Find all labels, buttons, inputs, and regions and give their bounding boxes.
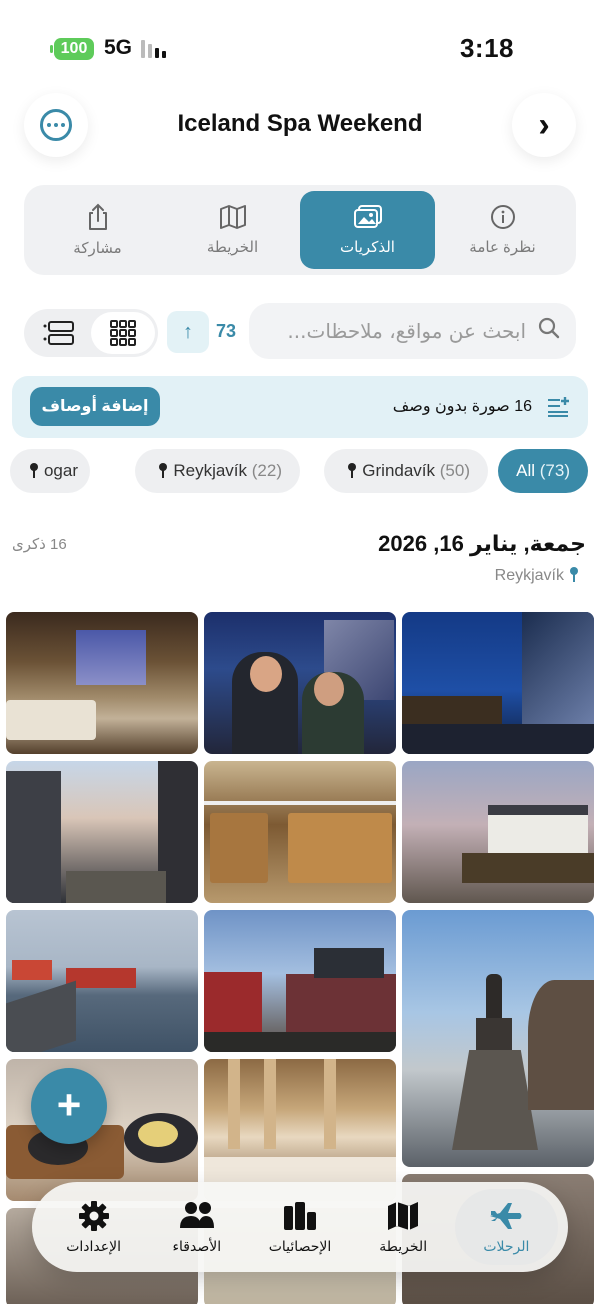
location-pin-icon (29, 463, 38, 478)
chip-label: Grindavík (362, 461, 436, 480)
nav-settings[interactable]: الإعدادات (42, 1189, 145, 1265)
nav-friends[interactable]: الأصدقاء (145, 1189, 248, 1265)
location-pin-icon (348, 463, 357, 478)
nav-stats[interactable]: الإحصائيات (248, 1189, 351, 1265)
nav-label: الإحصائيات (268, 1237, 332, 1254)
tab-memories[interactable]: الذكريات (300, 191, 435, 269)
search-icon (538, 317, 560, 345)
tab-label: الذكريات (340, 239, 395, 256)
tab-label: مشاركة (73, 240, 122, 257)
photo-thumbnail[interactable] (402, 910, 594, 1167)
missing-descriptions-banner: إضافة أوصاف 16 صورة بدون وصف (12, 376, 588, 438)
stats-icon (283, 1201, 316, 1230)
location-name: Reykjavík (494, 567, 564, 584)
filter-chip-reykjavik[interactable]: Reykjavík (22) (135, 449, 300, 493)
search-input[interactable] (286, 319, 526, 343)
photo-thumbnail[interactable] (204, 910, 396, 1052)
add-text-icon (548, 397, 569, 417)
filter-chip-grindavik[interactable]: Grindavík (50) (324, 449, 488, 493)
photo-thumbnail[interactable] (204, 761, 396, 903)
add-memory-button[interactable]: + (31, 1068, 107, 1144)
battery-indicator: 100 (50, 38, 94, 60)
gear-icon (78, 1200, 109, 1231)
network-label: 5G (104, 36, 133, 59)
nav-trips[interactable]: الرحلات (454, 1189, 558, 1265)
arrow-up-icon: ↑ (183, 321, 193, 343)
location-filter-chips: All (73) Grindavík (50) Reykjavík (22) o… (0, 449, 600, 493)
info-icon (490, 205, 515, 229)
chevron-right-icon: › (538, 105, 550, 144)
more-options-button[interactable] (24, 93, 88, 157)
search-bar (249, 303, 576, 359)
chip-label: Reykjavík (173, 461, 248, 480)
photo-thumbnail[interactable] (6, 1059, 198, 1201)
grid-view-icon (110, 320, 136, 346)
grid-view-button[interactable] (91, 312, 155, 354)
chip-label: All (516, 461, 536, 480)
ellipsis-icon (40, 109, 72, 141)
filter-chip-all[interactable]: All (73) (498, 449, 588, 493)
trip-section-tabs: نظرة عامة الذكريات الخريطة مشاركة (24, 185, 576, 275)
photo-thumbnail[interactable] (204, 1059, 396, 1201)
banner-text: 16 صورة بدون وصف (392, 398, 532, 415)
photo-thumbnail[interactable] (402, 612, 594, 754)
status-time: 3:18 (459, 33, 514, 63)
trip-memories-screen: 100 5G 3:18 Iceland Spa Weekend › نظرة ع… (0, 0, 600, 1304)
section-date: جمعة, يناير 16, 2026 (378, 531, 586, 556)
tab-overview[interactable]: نظرة عامة (435, 191, 570, 269)
sort-order-button[interactable]: ↑ (167, 311, 209, 353)
signal-icon (141, 40, 166, 58)
tab-label: نظرة عامة (469, 239, 536, 256)
nav-label: الخريطة (379, 1237, 428, 1254)
chip-label: ogar (43, 461, 78, 480)
tab-map[interactable]: الخريطة (165, 191, 300, 269)
photo-thumbnail[interactable] (204, 612, 396, 754)
plane-icon (490, 1202, 522, 1229)
trip-title: Iceland Spa Weekend (177, 110, 423, 137)
map-icon (388, 1201, 419, 1230)
list-view-icon (43, 321, 74, 345)
share-icon (88, 203, 107, 230)
nav-label: الرحلات (483, 1237, 530, 1254)
photo-thumbnail[interactable] (6, 612, 198, 754)
friends-icon (179, 1201, 214, 1228)
view-mode-toggle (24, 309, 158, 357)
nav-map[interactable]: الخريطة (352, 1189, 455, 1265)
tab-share[interactable]: مشاركة (30, 191, 165, 269)
chip-count: (50) (439, 461, 470, 480)
list-view-button[interactable] (27, 312, 91, 354)
nav-label: الأصدقاء (172, 1237, 222, 1254)
section-location: Reykjavík (495, 567, 584, 585)
location-pin-icon (570, 567, 578, 582)
photo-thumbnail[interactable] (6, 761, 198, 903)
add-descriptions-button[interactable]: إضافة أوصاف (30, 387, 160, 426)
chip-count: (73) (539, 461, 570, 480)
photo-thumbnail[interactable] (6, 910, 198, 1052)
status-bar: 100 5G 3:18 (0, 0, 600, 90)
memory-count: 16 ذكرى (12, 536, 67, 553)
map-icon (219, 205, 246, 229)
bottom-navigation: الرحلات الخريطة الإحصائيات الأصدقاء الإع… (32, 1182, 568, 1272)
chip-count: (22) (251, 461, 282, 480)
photos-icon (353, 205, 382, 228)
photo-count: 73 (216, 321, 237, 341)
tab-label: الخريطة (206, 239, 259, 256)
nav-label: الإعدادات (66, 1237, 121, 1254)
next-trip-button[interactable]: › (512, 93, 576, 157)
photo-thumbnail[interactable] (402, 761, 594, 903)
location-pin-icon (159, 463, 168, 478)
filter-chip-partial[interactable]: ogar (9, 449, 90, 493)
